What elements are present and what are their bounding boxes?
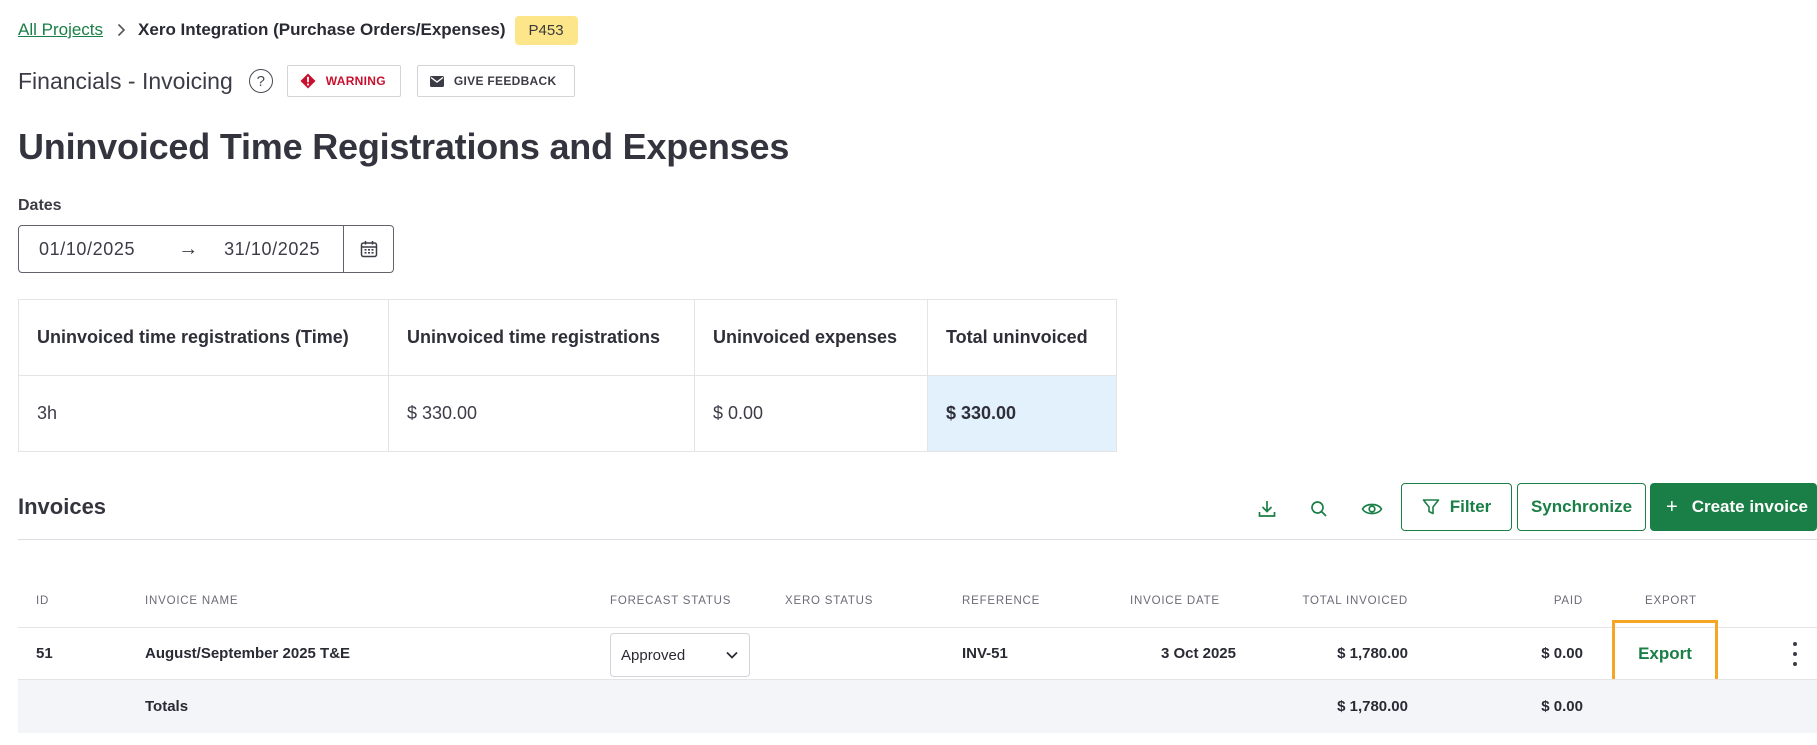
end-date-field[interactable]: 31/10/2025	[224, 239, 343, 260]
page-title: Uninvoiced Time Registrations and Expens…	[18, 126, 790, 167]
summary-header-expenses: Uninvoiced expenses	[694, 299, 928, 376]
summary-value-time: 3h	[18, 375, 389, 452]
invoice-reference: INV-51	[962, 645, 1008, 662]
plus-icon: +	[1666, 495, 1678, 518]
breadcrumb-current-project: Xero Integration (Purchase Orders/Expens…	[138, 20, 506, 39]
breadcrumb: All Projects Xero Integration (Purchase …	[18, 15, 578, 45]
uninvoiced-summary-table: Uninvoiced time registrations (Time) Uni…	[18, 299, 1117, 452]
col-header-paid[interactable]: PAID	[1438, 575, 1583, 627]
filter-button[interactable]: Filter	[1401, 483, 1512, 531]
download-button[interactable]	[1252, 494, 1282, 524]
search-icon	[1311, 501, 1327, 517]
chevron-down-icon	[726, 651, 738, 659]
summary-header-total: Total uninvoiced	[927, 299, 1117, 376]
warning-diamond-icon	[300, 73, 316, 89]
col-header-total-invoiced[interactable]: TOTAL INVOICED	[1248, 575, 1408, 627]
summary-value-time-registrations: $ 330.00	[388, 375, 695, 452]
summary-header-time-registrations: Uninvoiced time registrations	[388, 299, 695, 376]
export-button[interactable]: Export	[1612, 620, 1718, 688]
chevron-right-icon	[117, 23, 126, 37]
warning-label: WARNING	[325, 74, 386, 88]
section-header: Financials - Invoicing ? WARNING GIVE FE…	[18, 64, 576, 98]
table-row[interactable]: 51 August/September 2025 T&E Approved IN…	[18, 620, 1817, 688]
breadcrumb-all-projects-link[interactable]: All Projects	[18, 20, 103, 40]
invoices-header: Invoices Filter Synchronize + Create inv…	[18, 480, 1817, 540]
calendar-icon	[360, 241, 377, 258]
invoice-date: 3 Oct 2025	[1160, 645, 1236, 662]
forecast-status-select[interactable]: Approved	[610, 633, 750, 677]
invoice-total: $ 1,780.00	[1337, 645, 1408, 662]
envelope-icon	[429, 75, 444, 87]
give-feedback-label: GIVE FEEDBACK	[453, 74, 557, 88]
visibility-button[interactable]	[1357, 494, 1387, 524]
invoice-name[interactable]: August/September 2025 T&E	[145, 628, 350, 679]
date-range-picker[interactable]: 01/10/2025 → 31/10/2025	[18, 225, 394, 273]
eye-icon	[1361, 503, 1383, 515]
search-button[interactable]	[1304, 494, 1334, 524]
col-header-reference[interactable]: REFERENCE	[962, 575, 1040, 627]
col-header-invoice-date[interactable]: INVOICE DATE	[1130, 575, 1220, 627]
totals-label: Totals	[145, 698, 189, 715]
summary-value-total: $ 330.00	[927, 375, 1117, 452]
summary-header-row: Uninvoiced time registrations (Time) Uni…	[18, 299, 1117, 376]
col-header-xero-status[interactable]: XERO STATUS	[785, 575, 873, 627]
give-feedback-button[interactable]: GIVE FEEDBACK	[416, 65, 576, 97]
col-header-forecast-status[interactable]: FORECAST STATUS	[610, 575, 731, 627]
totals-total-invoiced: $ 1,780.00	[1337, 698, 1408, 715]
summary-header-time: Uninvoiced time registrations (Time)	[18, 299, 389, 376]
kebab-menu-icon[interactable]	[1791, 642, 1799, 666]
project-id-badge: P453	[514, 15, 578, 45]
download-icon	[1258, 501, 1276, 517]
invoices-table-header: ID INVOICE NAME FORECAST STATUS XERO STA…	[18, 575, 1817, 627]
totals-row: Totals $ 1,780.00 $ 0.00	[18, 679, 1817, 733]
section-title: Financials - Invoicing	[18, 67, 233, 94]
filter-label: Filter	[1449, 497, 1492, 516]
warning-button[interactable]: WARNING	[286, 65, 401, 97]
dates-label: Dates	[18, 197, 62, 214]
filter-icon	[1422, 499, 1440, 515]
summary-value-expenses: $ 0.00	[694, 375, 928, 452]
calendar-button[interactable]	[343, 226, 393, 272]
forecast-status-value: Approved	[621, 646, 686, 664]
invoice-paid: $ 0.00	[1541, 645, 1583, 662]
arrow-right-icon: →	[178, 237, 199, 260]
invoice-id: 51	[36, 645, 53, 662]
create-invoice-button[interactable]: + Create invoice	[1650, 483, 1817, 531]
totals-paid: $ 0.00	[1541, 698, 1583, 715]
start-date-field[interactable]: 01/10/2025	[39, 239, 158, 260]
summary-value-row: 3h $ 330.00 $ 0.00 $ 330.00	[18, 375, 1117, 452]
invoices-table: ID INVOICE NAME FORECAST STATUS XERO STA…	[18, 575, 1817, 733]
col-header-id[interactable]: ID	[36, 575, 49, 627]
help-icon[interactable]: ?	[248, 69, 273, 93]
col-header-invoice-name[interactable]: INVOICE NAME	[145, 575, 238, 627]
invoices-title: Invoices	[18, 494, 107, 519]
synchronize-button[interactable]: Synchronize	[1517, 483, 1646, 531]
create-invoice-label: Create invoice	[1691, 497, 1808, 516]
